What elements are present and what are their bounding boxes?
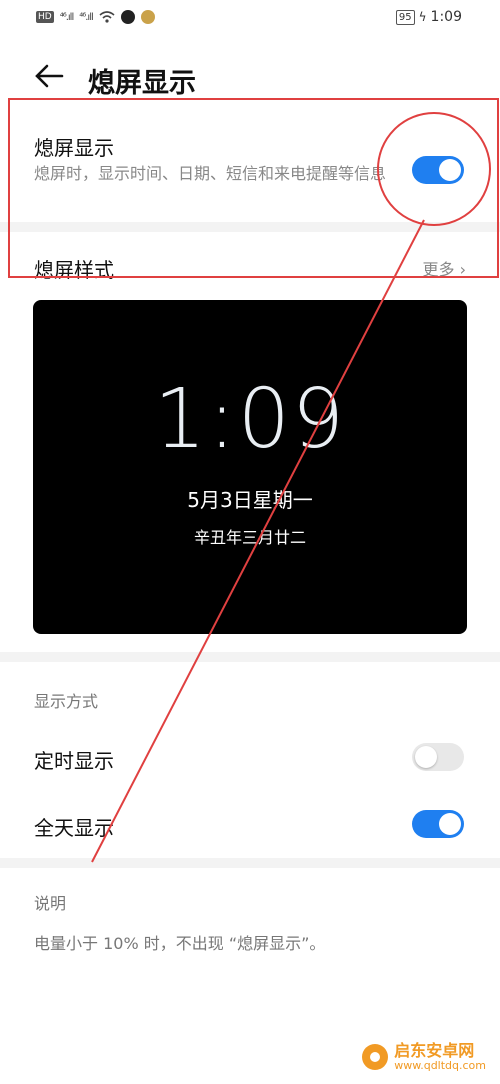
watermark-text: 启东安卓网 www.qdltdq.com	[394, 1042, 486, 1072]
annotation-arrow-line	[91, 219, 425, 863]
watermark-logo-icon	[362, 1044, 389, 1071]
watermark: 启东安卓网 www.qdltdq.com	[362, 1042, 486, 1072]
watermark-url: www.qdltdq.com	[394, 1058, 486, 1072]
watermark-brand: 启东安卓网	[394, 1041, 475, 1061]
